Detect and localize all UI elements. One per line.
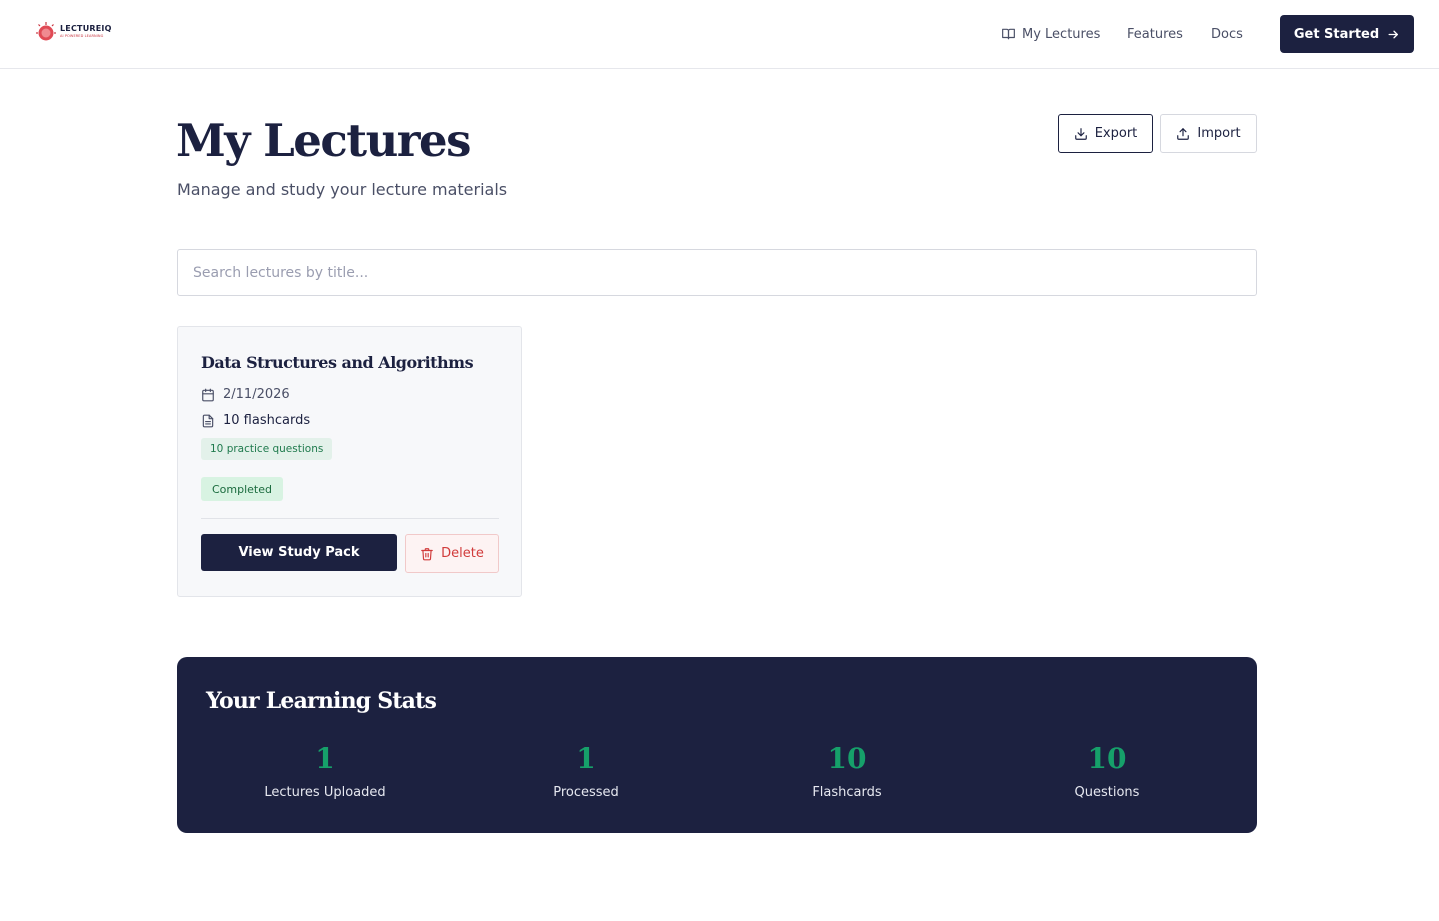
get-started-button[interactable]: Get Started xyxy=(1280,15,1414,53)
arrow-right-icon xyxy=(1388,30,1399,38)
stat-label: Flashcards xyxy=(812,785,882,800)
learning-stats-panel: Your Learning Stats 1 Lectures Uploaded … xyxy=(177,657,1257,833)
stats-title: Your Learning Stats xyxy=(206,688,437,714)
lectureiq-logo-icon xyxy=(36,22,56,41)
book-icon xyxy=(1002,28,1015,40)
logo[interactable]: LECTUREIQ AI POWERED LEARNING xyxy=(36,20,112,44)
stat-value: 10 xyxy=(1087,742,1127,775)
import-label: Import xyxy=(1197,126,1241,141)
export-label: Export xyxy=(1094,126,1138,141)
lecture-title: Data Structures and Algorithms xyxy=(201,353,474,372)
stat-value: 10 xyxy=(827,742,867,775)
delete-button[interactable]: Delete xyxy=(405,534,499,573)
stat-questions: 10 Questions xyxy=(997,742,1217,801)
file-icon xyxy=(202,414,214,427)
lecture-card: Data Structures and Algorithms 2/11/2026… xyxy=(177,326,522,597)
lecture-flashcards-row: 10 flashcards xyxy=(201,413,310,428)
download-icon xyxy=(1074,127,1087,140)
stat-label: Processed xyxy=(553,785,619,800)
stat-value: 1 xyxy=(576,742,596,775)
search-input[interactable] xyxy=(177,249,1257,296)
lecture-date-row: 2/11/2026 xyxy=(201,387,290,402)
stat-label: Lectures Uploaded xyxy=(264,785,386,800)
top-navbar: LECTUREIQ AI POWERED LEARNING My Lecture… xyxy=(0,0,1439,69)
logo-tagline: AI POWERED LEARNING xyxy=(60,34,104,39)
nav-features-label: Features xyxy=(1127,26,1183,42)
stat-processed: 1 Processed xyxy=(476,742,696,801)
logo-name: LECTUREIQ xyxy=(60,24,112,34)
nav-docs[interactable]: Docs xyxy=(1211,0,1243,68)
trash-icon xyxy=(421,547,433,560)
stat-lectures-uploaded: 1 Lectures Uploaded xyxy=(215,742,435,801)
lecture-flashcards: 10 flashcards xyxy=(223,413,311,428)
view-study-pack-button[interactable]: View Study Pack xyxy=(201,534,397,571)
upload-icon xyxy=(1177,127,1190,140)
calendar-icon xyxy=(202,388,214,401)
page-subtitle: Manage and study your lecture materials xyxy=(177,180,508,199)
nav-features[interactable]: Features xyxy=(1127,0,1183,68)
get-started-label: Get Started xyxy=(1293,26,1380,42)
export-button[interactable]: Export xyxy=(1058,114,1153,153)
nav-my-lectures[interactable]: My Lectures xyxy=(1001,0,1100,68)
nav-my-lectures-label: My Lectures xyxy=(1022,26,1101,42)
stat-value: 1 xyxy=(315,742,335,775)
nav-docs-label: Docs xyxy=(1211,26,1243,42)
import-button[interactable]: Import xyxy=(1160,114,1257,153)
status-badge: Completed xyxy=(201,477,283,501)
stat-label: Questions xyxy=(1074,785,1140,800)
card-divider xyxy=(201,518,499,519)
lecture-date: 2/11/2026 xyxy=(223,387,290,402)
delete-label: Delete xyxy=(441,546,484,561)
practice-questions-badge: 10 practice questions xyxy=(201,438,333,460)
page-title: My Lectures xyxy=(176,114,471,167)
stat-flashcards: 10 Flashcards xyxy=(737,742,957,801)
